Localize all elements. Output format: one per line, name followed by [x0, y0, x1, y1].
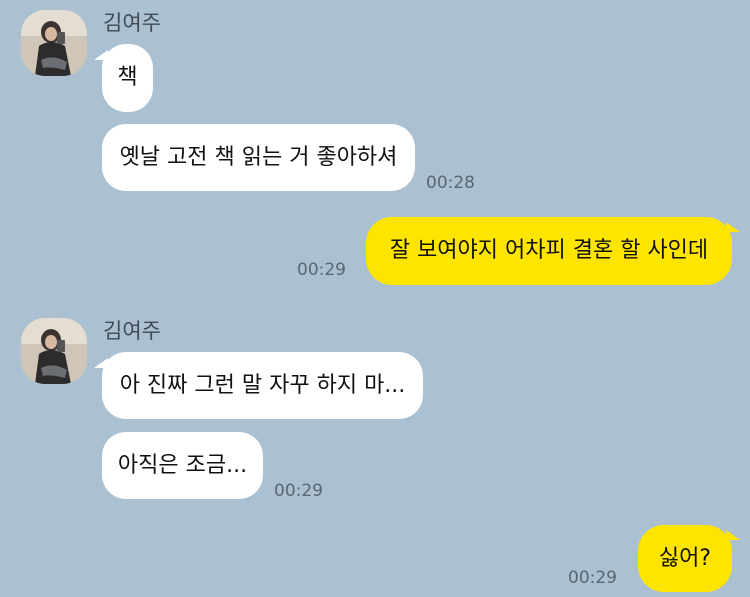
sender-avatar[interactable]: [21, 318, 87, 384]
sender-name: 김여주: [103, 319, 161, 343]
outgoing-message-bubble[interactable]: 잘 보여야지 어차피 결혼 할 사인데: [366, 217, 732, 285]
message-timestamp: 00:28: [426, 173, 475, 193]
bubble-tail: [726, 530, 740, 540]
incoming-message-bubble[interactable]: 책: [102, 44, 153, 112]
sender-avatar[interactable]: [21, 10, 87, 76]
message-timestamp: 00:29: [297, 260, 346, 280]
incoming-message-bubble[interactable]: 아직은 조금...: [102, 432, 263, 499]
outgoing-message-bubble[interactable]: 싫어?: [638, 525, 732, 592]
profile-photo-icon: [21, 10, 87, 76]
bubble-tail: [726, 222, 740, 232]
message-timestamp: 00:29: [568, 568, 617, 588]
message-timestamp: 00:29: [274, 481, 323, 501]
incoming-message-bubble[interactable]: 옛날 고전 책 읽는 거 좋아하셔: [102, 124, 415, 191]
sender-name: 김여주: [103, 11, 161, 35]
profile-photo-icon: [21, 318, 87, 384]
incoming-message-bubble[interactable]: 아 진짜 그런 말 자꾸 하지 마...: [102, 352, 423, 419]
